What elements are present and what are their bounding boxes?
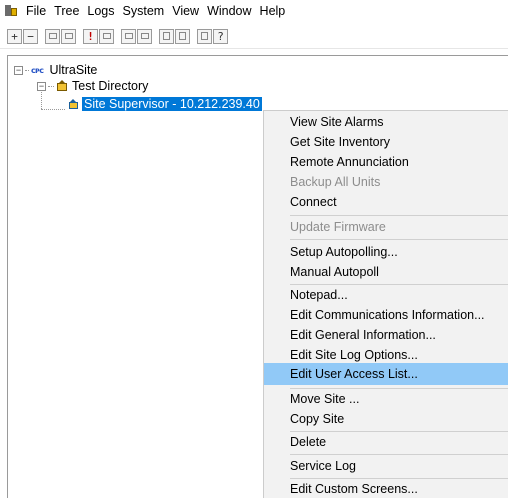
menu-item-backup-all-units: Backup All Units xyxy=(290,175,381,189)
tree-connector xyxy=(41,109,65,110)
collapse-icon[interactable]: − xyxy=(14,65,23,75)
menu-bar: File Tree Logs System View Window Help xyxy=(0,0,508,22)
menu-window[interactable]: Window xyxy=(203,0,255,22)
menu-logs[interactable]: Logs xyxy=(83,0,118,22)
toolbar: + − ! ? xyxy=(0,24,508,48)
menu-tree[interactable]: Tree xyxy=(50,0,83,22)
collapse-icon[interactable]: − xyxy=(37,81,46,91)
toolbar-group-expand: + − xyxy=(7,28,39,44)
document-icon[interactable] xyxy=(197,28,212,44)
grid-view-icon[interactable] xyxy=(45,28,60,44)
toolbar-divider xyxy=(0,48,508,49)
menu-system[interactable]: System xyxy=(119,0,169,22)
help-icon[interactable]: ? xyxy=(213,28,228,44)
menu-item-edit-general-information[interactable]: Edit General Information... xyxy=(264,324,508,346)
plus-icon[interactable]: + xyxy=(7,28,22,44)
toolbar-group-alarms: ! xyxy=(83,28,115,44)
tree-node-label: UltraSite xyxy=(49,63,98,77)
network-icon: ᴄᴘᴄ xyxy=(31,65,44,75)
menu-item-edit-communications-information[interactable]: Edit Communications Information... xyxy=(264,304,508,326)
tree-node-label: Test Directory xyxy=(72,79,149,93)
menu-item-move-site[interactable]: Move Site ... xyxy=(264,388,508,410)
tree-node-root[interactable]: − ᴄᴘᴄ UltraSite xyxy=(14,62,97,78)
toolbar-group-docs: ? xyxy=(197,28,229,44)
tree-connector xyxy=(25,69,29,71)
menu-item-get-site-inventory[interactable]: Get Site Inventory xyxy=(264,131,508,153)
menu-help[interactable]: Help xyxy=(256,0,290,22)
alarm-icon[interactable]: ! xyxy=(83,28,98,44)
monitor-alt-icon[interactable] xyxy=(137,28,152,44)
minus-icon[interactable]: − xyxy=(23,28,38,44)
grid-view-alt-icon[interactable] xyxy=(61,28,76,44)
disconnect-icon[interactable] xyxy=(175,28,190,44)
monitor-icon[interactable] xyxy=(121,28,136,44)
connect-icon[interactable] xyxy=(159,28,174,44)
directory-icon xyxy=(56,80,68,92)
toolbar-group-connect xyxy=(159,28,191,44)
tree-node-directory[interactable]: − Test Directory xyxy=(37,78,148,94)
window-icon[interactable] xyxy=(99,28,114,44)
tree-node-site[interactable]: Site Supervisor - 10.212.239.40 xyxy=(68,96,262,112)
app-icon xyxy=(4,4,18,18)
site-icon xyxy=(68,98,79,110)
menu-item-view-site-alarms[interactable]: View Site Alarms xyxy=(264,111,508,133)
menu-item-copy-site[interactable]: Copy Site xyxy=(264,408,508,430)
toolbar-group-monitor xyxy=(121,28,153,44)
menu-file[interactable]: File xyxy=(22,0,50,22)
menu-item-setup-autopolling[interactable]: Setup Autopolling... xyxy=(264,241,508,263)
menu-item-update-firmware: Update Firmware xyxy=(290,220,386,234)
context-menu: View Site Alarms Get Site Inventory Remo… xyxy=(263,110,508,498)
toolbar-group-view xyxy=(45,28,77,44)
menu-item-service-log[interactable]: Service Log xyxy=(264,455,508,477)
tree-connector xyxy=(48,85,54,87)
menu-item-remote-annunciation[interactable]: Remote Annunciation xyxy=(264,151,508,173)
menu-item-delete[interactable]: Delete xyxy=(264,431,508,453)
menu-item-connect[interactable]: Connect xyxy=(264,191,508,213)
menu-item-edit-custom-screens[interactable]: Edit Custom Screens... xyxy=(264,478,508,500)
menu-item-notepad[interactable]: Notepad... xyxy=(264,284,508,306)
menu-item-edit-user-access-list[interactable]: Edit User Access List... xyxy=(264,363,508,385)
menu-item-manual-autopoll[interactable]: Manual Autopoll xyxy=(264,261,508,283)
menu-separator xyxy=(290,239,508,240)
menu-view[interactable]: View xyxy=(168,0,203,22)
tree-node-label: Site Supervisor - 10.212.239.40 xyxy=(82,97,262,111)
